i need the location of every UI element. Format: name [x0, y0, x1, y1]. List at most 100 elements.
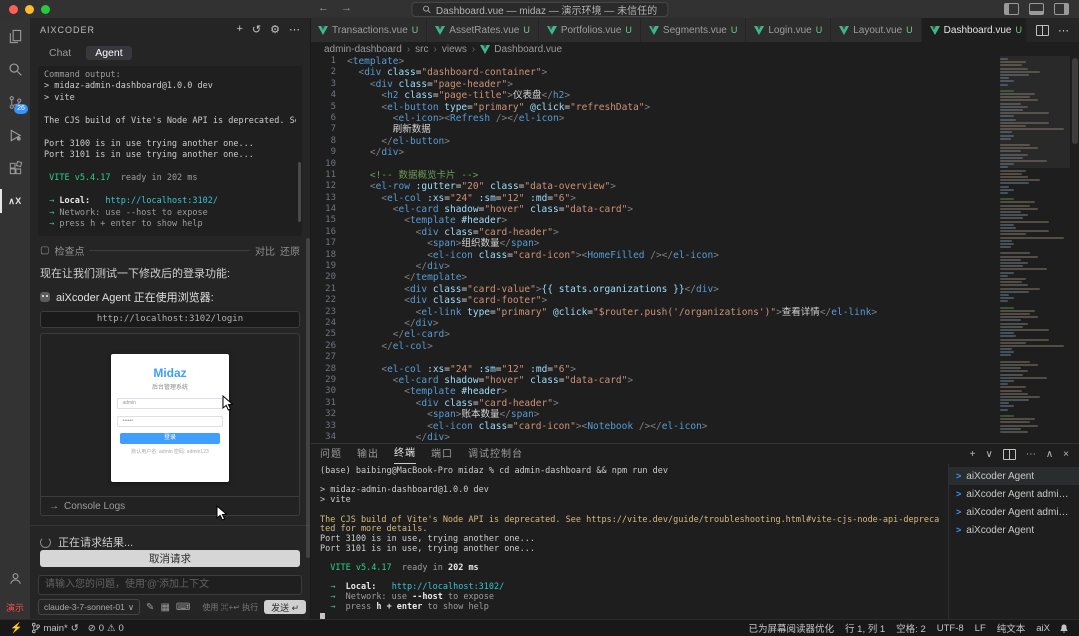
code-line[interactable]: 26 </el-col> [310, 341, 1079, 352]
minimize-window-button[interactable] [25, 5, 34, 14]
terminal-list-item[interactable]: > aiXcoder Agent [949, 467, 1079, 485]
breadcrumb-item[interactable]: src [415, 44, 428, 55]
code-line[interactable]: 3 <div class="page-header"> [310, 79, 1079, 90]
code-line[interactable]: 20 </template> [310, 272, 1079, 283]
explorer-icon[interactable] [0, 26, 30, 46]
terminal[interactable]: (base) baibing@MacBook-Pro midaz % cd ad… [310, 464, 949, 620]
code-line[interactable]: 6 <el-icon><Refresh /></el-icon> [310, 113, 1079, 124]
code-line[interactable]: 23 <el-link type="primary" @click="$rout… [310, 307, 1079, 318]
code-line[interactable]: 1 <template> [310, 56, 1079, 67]
code-line[interactable]: 24 </div> [310, 318, 1079, 329]
search-icon[interactable] [0, 59, 30, 79]
image-icon[interactable]: ▦ [160, 602, 169, 613]
code-line[interactable]: 7 刷新数据 [310, 124, 1079, 135]
code-line[interactable]: 15 <template #header> [310, 215, 1079, 226]
code-line[interactable]: 33 <el-icon class="card-icon"><Notebook … [310, 421, 1079, 432]
breadcrumb-item[interactable]: Dashboard.vue [480, 44, 562, 55]
editor-tab-portfolios.vue[interactable]: Portfolios.vue U [538, 18, 641, 42]
code-line[interactable]: 4 <h2 class="page-title">仪表盘</h2> [310, 90, 1079, 101]
code-line[interactable]: 28 <el-col :xs="24" :sm="12" :md="6"> [310, 364, 1079, 375]
status-item[interactable]: 行 1, 列 1 [845, 621, 885, 635]
aixcoder-icon[interactable]: ∧X [0, 189, 30, 213]
status-item[interactable]: 已为屏幕阅读器优化 [749, 621, 835, 635]
more-icon[interactable]: ⋯ [1026, 449, 1036, 460]
code-line[interactable]: 9 </div> [310, 147, 1079, 158]
tab-chat[interactable]: Chat [40, 46, 80, 60]
git-branch-item[interactable]: main* ↺ [31, 622, 79, 634]
panel-tab-调试控制台[interactable]: 调试控制台 [468, 445, 523, 464]
profile-badge[interactable]: 演示 [6, 601, 24, 614]
status-item[interactable]: 空格: 2 [896, 621, 926, 635]
breadcrumb-item[interactable]: admin-dashboard [324, 44, 402, 55]
run-debug-icon[interactable] [0, 125, 30, 145]
maximize-window-button[interactable] [41, 5, 50, 14]
code-line[interactable]: 14 <el-card shadow="hover" class="data-c… [310, 204, 1079, 215]
model-selector[interactable]: claude-3-7-sonnet-01 ∨ [38, 599, 141, 616]
minimap[interactable] [1000, 58, 1070, 443]
editor-tab-segments.vue[interactable]: Segments.vue U [640, 18, 747, 42]
code-line[interactable]: 29 <el-card shadow="hover" class="data-c… [310, 375, 1079, 386]
code-line[interactable]: 34 </div> [310, 432, 1079, 443]
terminal-list-item[interactable]: > aiXcoder Agent admin-da... [949, 485, 1079, 503]
status-item[interactable]: 纯文本 [997, 621, 1026, 635]
more-actions-icon[interactable]: ⋯ [1058, 24, 1069, 37]
terminal-profile-icon[interactable]: ∨ [986, 449, 993, 460]
code-line[interactable]: 27 [310, 352, 1079, 363]
code-line[interactable]: 10 [310, 159, 1079, 170]
code-editor[interactable]: 1 <template> 2 <div class="dashboard-conta… [310, 56, 1079, 443]
code-line[interactable]: 30 <template #header> [310, 386, 1079, 397]
username-field[interactable]: admin [117, 398, 223, 410]
code-line[interactable]: 2 <div class="dashboard-container"> [310, 67, 1079, 78]
new-chat-icon[interactable]: + [236, 23, 242, 36]
notifications-bell-icon[interactable] [1059, 623, 1069, 634]
editor-tab-layout.vue[interactable]: Layout.vue U [831, 18, 922, 42]
forward-icon[interactable]: → [341, 2, 352, 14]
close-panel-icon[interactable]: × [1063, 449, 1069, 460]
split-editor-icon[interactable] [1036, 24, 1049, 36]
editor-scrollbar[interactable] [1071, 56, 1079, 443]
status-item[interactable]: UTF-8 [937, 623, 964, 634]
code-line[interactable]: 8 </el-button> [310, 136, 1079, 147]
editor-tab-assetrates.vue[interactable]: AssetRates.vue U [427, 18, 539, 42]
toggle-sidebar-icon[interactable] [1004, 3, 1019, 15]
code-line[interactable]: 25 </el-card> [310, 329, 1079, 340]
panel-tab-输出[interactable]: 输出 [357, 445, 379, 464]
code-line[interactable]: 16 <div class="card-header"> [310, 227, 1079, 238]
remote-indicator-icon[interactable]: ⚡ [10, 623, 22, 634]
source-control-icon[interactable]: 26 [0, 92, 30, 114]
scrollbar[interactable] [298, 161, 301, 222]
console-logs-toggle[interactable]: → Console Logs [41, 496, 299, 515]
breadcrumb-item[interactable]: views [442, 44, 467, 55]
pen-icon[interactable]: ✎ [146, 602, 154, 613]
terminal-list-item[interactable]: > aiXcoder Agent [949, 521, 1079, 539]
new-terminal-icon[interactable]: + [970, 449, 976, 460]
code-line[interactable]: 17 <span>组织数量</span> [310, 238, 1079, 249]
code-line[interactable]: 18 <el-icon class="card-icon"><HomeFille… [310, 250, 1079, 261]
panel-tab-端口[interactable]: 端口 [431, 445, 453, 464]
more-icon[interactable]: ⋯ [289, 23, 300, 36]
code-line[interactable]: 5 <el-button type="primary" @click="refr… [310, 102, 1079, 113]
command-center[interactable]: Dashboard.vue — midaz — 演示环境 — 未信任的 [410, 2, 669, 17]
terminal-list-item[interactable]: > aiXcoder Agent admin-da... [949, 503, 1079, 521]
send-button[interactable]: 发送 ↵ [264, 600, 307, 615]
login-button[interactable]: 登录 [120, 433, 220, 445]
history-icon[interactable]: ↺ [252, 23, 261, 36]
code-line[interactable]: 19 </div> [310, 261, 1079, 272]
editor-tab-dashboard.vue[interactable]: Dashboard.vueU× [921, 18, 1026, 42]
panel-tab-终端[interactable]: 终端 [394, 444, 416, 464]
cancel-request-button[interactable]: 取消请求 [40, 550, 300, 568]
problems-item[interactable]: ⊘ 0 ⚠ 0 [88, 623, 124, 634]
back-icon[interactable]: ← [318, 2, 329, 14]
password-field[interactable]: •••••• [117, 416, 223, 428]
close-window-button[interactable] [9, 5, 18, 14]
code-line[interactable]: 13 <el-col :xs="24" :sm="12" :md="6"> [310, 193, 1079, 204]
accounts-icon[interactable] [0, 568, 30, 588]
code-line[interactable]: 22 <div class="card-footer"> [310, 295, 1079, 306]
compare-link[interactable]: 对比 [255, 243, 275, 258]
settings-icon[interactable]: ⚙ [270, 23, 280, 36]
browser-url-bar[interactable]: http://localhost:3102/login [40, 311, 300, 329]
toggle-panel-icon[interactable] [1029, 3, 1044, 15]
agent-command-output[interactable]: Command output: > midaz-admin-dashboard@1… [38, 65, 302, 237]
editor-tab-login.vue[interactable]: Login.vue U [746, 18, 832, 42]
status-item[interactable]: LF [975, 623, 986, 634]
